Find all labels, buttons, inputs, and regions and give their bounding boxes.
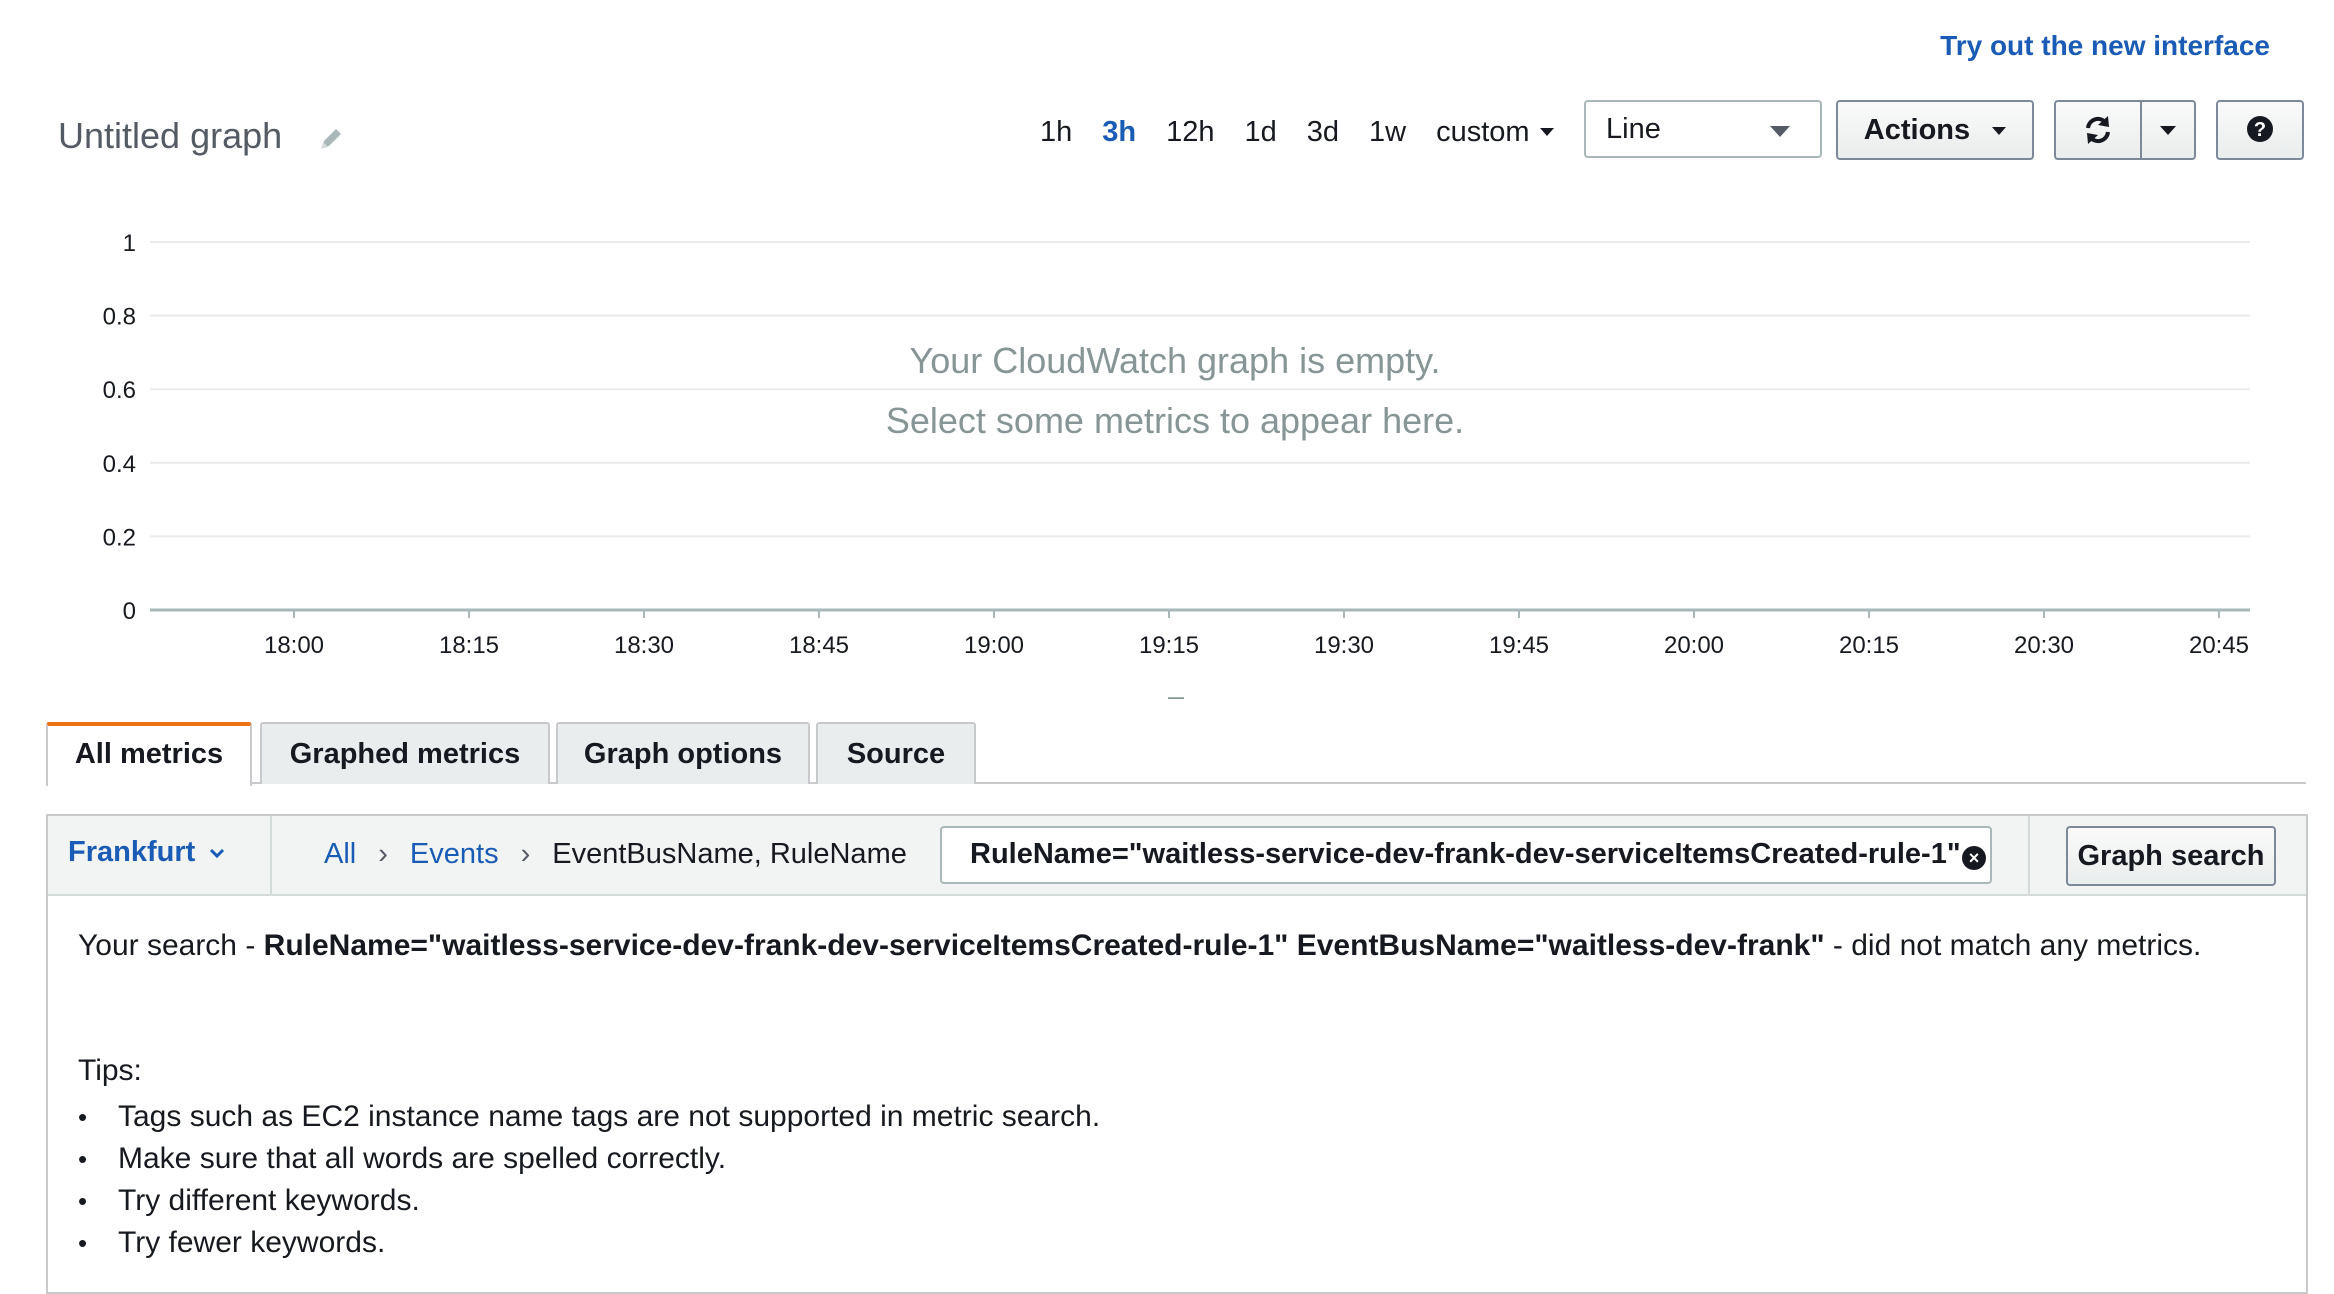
svg-text:?: ? bbox=[2254, 119, 2266, 141]
actions-label: Actions bbox=[1863, 114, 1971, 146]
range-12h[interactable]: 12h bbox=[1166, 116, 1214, 149]
x-tick-label: 20:15 bbox=[1839, 632, 1899, 659]
graph-type-select[interactable]: Line bbox=[1584, 100, 1822, 158]
no-results-suffix: - did not match any metrics. bbox=[1824, 929, 2202, 962]
y-tick-label: 1 bbox=[123, 230, 136, 257]
x-tick-label: 19:30 bbox=[1314, 632, 1374, 659]
tips-list: Tags such as EC2 instance name tags are … bbox=[78, 1096, 1100, 1264]
range-custom-label: custom bbox=[1436, 115, 1530, 148]
x-tick-label: 19:00 bbox=[964, 632, 1024, 659]
y-tick-label: 0 bbox=[123, 598, 136, 625]
tip-text: Try different keywords. bbox=[118, 1184, 420, 1217]
tip-text: Tags such as EC2 instance name tags are … bbox=[118, 1100, 1101, 1133]
tip-item: Try different keywords. bbox=[78, 1180, 1100, 1222]
y-tick-label: 0.6 bbox=[103, 377, 136, 404]
divider bbox=[270, 816, 272, 894]
tips-heading: Tips: bbox=[78, 1054, 142, 1087]
range-1h[interactable]: 1h bbox=[1040, 116, 1072, 149]
question-circle-icon: ? bbox=[2247, 116, 2273, 142]
x-tick-label: 18:15 bbox=[439, 632, 499, 659]
divider bbox=[2028, 816, 2030, 894]
metric-search-input[interactable]: RuleName="waitless-service-dev-frank-dev… bbox=[940, 826, 1992, 884]
metric-search-value: RuleName="waitless-service-dev-frank-dev… bbox=[970, 838, 1960, 870]
breadcrumb-all[interactable]: All bbox=[324, 838, 356, 871]
range-1w[interactable]: 1w bbox=[1369, 116, 1406, 149]
no-results-prefix: Your search - bbox=[78, 929, 264, 962]
x-tick-label: 18:30 bbox=[614, 632, 674, 659]
try-new-interface-link[interactable]: Try out the new interface bbox=[1900, 30, 2270, 62]
tip-item: Make sure that all words are spelled cor… bbox=[78, 1138, 1100, 1180]
pencil-icon[interactable] bbox=[316, 124, 346, 154]
region-selector[interactable]: Frankfurt bbox=[68, 836, 225, 869]
caret-down-icon bbox=[1992, 127, 2007, 136]
region-label: Frankfurt bbox=[68, 836, 196, 868]
refresh-icon bbox=[2086, 116, 2110, 144]
empty-graph-hint: Select some metrics to appear here. bbox=[885, 400, 1465, 441]
x-tick-label: 20:00 bbox=[1664, 632, 1724, 659]
empty-graph-message: Your CloudWatch graph is empty. bbox=[909, 340, 1441, 381]
tip-item: Try fewer keywords. bbox=[78, 1222, 1100, 1264]
graph-search-button[interactable]: Graph search bbox=[2066, 826, 2276, 886]
help-button[interactable]: ? bbox=[2216, 100, 2304, 160]
refresh-button[interactable] bbox=[2054, 100, 2142, 160]
x-tick-label: 20:45 bbox=[2189, 632, 2249, 659]
breadcrumb-dimensions: EventBusName, RuleName bbox=[552, 838, 907, 870]
caret-down-icon bbox=[2160, 126, 2176, 135]
no-results-message: Your search - RuleName="waitless-service… bbox=[78, 925, 2298, 967]
breadcrumb-namespace[interactable]: Events bbox=[410, 838, 499, 871]
tip-text: Make sure that all words are spelled cor… bbox=[118, 1142, 727, 1175]
range-custom[interactable]: custom bbox=[1436, 115, 1554, 149]
tab-graphed-metrics[interactable]: Graphed metrics bbox=[260, 722, 550, 784]
range-1d[interactable]: 1d bbox=[1245, 116, 1277, 149]
chevron-down-icon bbox=[210, 848, 225, 858]
tab-source[interactable]: Source bbox=[816, 722, 976, 784]
metrics-chart: 0 0.2 0.4 0.6 0.8 1 18:00 18:15 18:30 18:45 19:00 1… bbox=[103, 230, 2250, 659]
tip-item: Tags such as EC2 instance name tags are … bbox=[78, 1096, 1100, 1138]
graph-title[interactable]: Untitled graph bbox=[58, 115, 282, 157]
time-range-selector: 1h 3h 12h 1d 3d 1w custom bbox=[1040, 112, 1554, 152]
x-tick-label: 19:45 bbox=[1489, 632, 1549, 659]
refresh-menu-button[interactable] bbox=[2140, 100, 2196, 160]
tab-graph-options[interactable]: Graph options bbox=[556, 722, 810, 784]
caret-down-icon bbox=[1770, 126, 1790, 137]
y-tick-label: 0.8 bbox=[103, 304, 136, 331]
y-tick-label: 0.2 bbox=[103, 524, 136, 551]
caret-down-icon bbox=[1539, 128, 1554, 136]
breadcrumb: All › Events › EventBusName, RuleName bbox=[324, 838, 907, 871]
tab-all-metrics[interactable]: All metrics bbox=[46, 722, 252, 786]
chevron-right-icon: › bbox=[378, 838, 388, 870]
graph-type-value: Line bbox=[1606, 113, 1661, 145]
resize-handle[interactable]: --- bbox=[1150, 684, 1200, 710]
x-tick-label: 18:00 bbox=[264, 632, 324, 659]
tip-text: Try fewer keywords. bbox=[118, 1226, 386, 1259]
clear-search-icon[interactable]: × bbox=[1962, 846, 1986, 870]
chevron-right-icon: › bbox=[520, 838, 531, 870]
no-results-query: RuleName="waitless-service-dev-frank-dev… bbox=[263, 929, 1825, 962]
range-3h[interactable]: 3h bbox=[1102, 116, 1136, 149]
actions-button[interactable]: Actions bbox=[1836, 100, 2034, 160]
y-tick-label: 0.4 bbox=[103, 451, 136, 478]
x-tick-label: 20:30 bbox=[2014, 632, 2074, 659]
range-3d[interactable]: 3d bbox=[1307, 116, 1339, 149]
x-tick-label: 19:15 bbox=[1139, 632, 1199, 659]
x-tick-label: 18:45 bbox=[789, 632, 849, 659]
